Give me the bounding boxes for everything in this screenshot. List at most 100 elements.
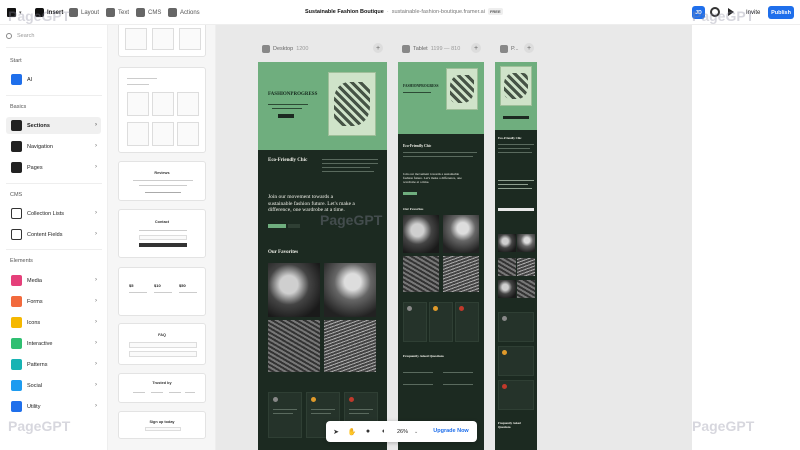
thumb-line: [133, 180, 193, 181]
add-breakpoint-button[interactable]: +: [373, 43, 383, 53]
card-line: [273, 409, 297, 410]
hero-button[interactable]: [278, 114, 294, 118]
cursor-icon[interactable]: ➤: [331, 427, 341, 437]
sidebar-item-interactive[interactable]: Interactive ›: [6, 335, 101, 352]
thumb-price: $5: [129, 283, 134, 288]
thumb-block: [145, 427, 181, 431]
desktop-frame[interactable]: FASHIONPROGRESS Eco-Friendly Chic Join o…: [258, 62, 387, 450]
product-photo: [324, 263, 376, 317]
sidebar-item-collection-lists[interactable]: Collection Lists ›: [6, 205, 101, 222]
tab-actions[interactable]: Actions: [168, 6, 200, 19]
tab-actions-label: Actions: [180, 9, 200, 16]
breakpoint-name: Tablet: [413, 45, 428, 52]
tablet-frame[interactable]: FASHIONPROGRESS Eco-Friendly Chic Join o…: [398, 62, 484, 450]
tab-text-label: Text: [118, 9, 130, 16]
utility-icon: [11, 401, 22, 412]
search-icon: [6, 33, 12, 39]
sidebar-item-ai[interactable]: AI: [6, 71, 101, 88]
text-icon: [106, 8, 115, 17]
section-thumbnail-reviews[interactable]: Reviews: [118, 161, 206, 201]
sidebar-item-navigation[interactable]: Navigation ›: [6, 138, 101, 155]
section-thumbnail-faq[interactable]: FAQ: [118, 323, 206, 365]
section-thumbnail-blog[interactable]: [118, 67, 206, 153]
cta-button[interactable]: [268, 224, 286, 228]
sidebar-item-social[interactable]: Social ›: [6, 377, 101, 394]
divider: [6, 249, 102, 250]
hand-icon[interactable]: ✋: [347, 427, 357, 437]
product-photo: [268, 263, 320, 317]
section-thumbnail-signup[interactable]: Sign up today: [118, 411, 206, 439]
icons-icon: [11, 317, 22, 328]
breakpoint-phone-header[interactable]: P...: [500, 43, 519, 54]
sidebar-item-label: Sections: [27, 122, 50, 129]
design-canvas[interactable]: Desktop 1200 + Tablet 1199 — 810 + P... …: [216, 25, 692, 450]
tab-layout[interactable]: Layout: [69, 6, 99, 19]
cta-button[interactable]: [403, 192, 417, 195]
watermark-logo: PageGPT: [8, 8, 71, 24]
thumb-line: [139, 230, 187, 231]
navigation-icon: [11, 141, 22, 152]
section-thumbnail-logos[interactable]: Trusted by: [118, 373, 206, 403]
add-breakpoint-button[interactable]: +: [471, 43, 481, 53]
tagline: Eco-Friendly Chic: [498, 136, 522, 140]
tab-cms[interactable]: CMS: [136, 6, 161, 19]
product-photo: [443, 256, 479, 292]
card-icon: [273, 397, 278, 402]
thumb-title: Trusted by: [152, 381, 172, 385]
social-icon: [11, 380, 22, 391]
section-thumbnail-features[interactable]: [118, 25, 206, 57]
thumb-block: [127, 92, 149, 116]
breakpoint-desktop-header[interactable]: Desktop 1200: [262, 43, 308, 54]
zoom-level[interactable]: 26%: [397, 429, 408, 435]
cta-button[interactable]: [498, 208, 534, 211]
product-photo: [498, 234, 516, 252]
sidebar-item-patterns[interactable]: Patterns ›: [6, 356, 101, 373]
chevron-right-icon: ›: [95, 361, 97, 367]
card-line: [273, 413, 293, 414]
upgrade-now-button[interactable]: Upgrade Now: [428, 423, 474, 439]
add-breakpoint-button[interactable]: +: [524, 43, 534, 53]
search-input[interactable]: Search: [6, 33, 34, 39]
thumb-title: FAQ: [158, 333, 166, 337]
sidebar-item-media[interactable]: Media ›: [6, 272, 101, 289]
plan-badge: FREE: [487, 8, 503, 15]
hero-text-line: [272, 108, 302, 109]
publish-button[interactable]: Publish: [768, 6, 794, 19]
right-panel: [692, 25, 800, 450]
card-line: [349, 413, 369, 414]
sidebar-item-label: Social: [27, 382, 42, 389]
sidebar-item-pages[interactable]: Pages ›: [6, 159, 101, 176]
card-line: [349, 409, 373, 410]
thumb-line: [151, 392, 163, 393]
faq-line: [443, 372, 473, 373]
section-thumbnail-pricing[interactable]: $5 $10 $50: [118, 267, 206, 316]
body-text-line: [322, 167, 370, 168]
comment-icon[interactable]: ●: [363, 427, 373, 437]
thumb-line: [127, 84, 149, 85]
tab-text[interactable]: Text: [106, 6, 129, 19]
thumb-line: [139, 185, 187, 186]
body-text-line: [403, 152, 477, 153]
collection-list-icon: [11, 208, 22, 219]
chevron-down-icon[interactable]: ⌄: [414, 429, 418, 435]
brand-title: FASHIONPROGRESS: [403, 84, 439, 88]
title-separator: ·: [386, 8, 389, 15]
breakpoint-tablet-header[interactable]: Tablet 1199 — 810: [402, 43, 460, 54]
watermark-logo: PageGPT: [692, 8, 755, 24]
card-icon: [407, 306, 412, 311]
thumb-block: [129, 342, 197, 348]
dark-mode-icon[interactable]: ◐: [379, 427, 389, 437]
sidebar-item-icons[interactable]: Icons ›: [6, 314, 101, 331]
cms-icon: [136, 8, 145, 17]
desktop-icon: [262, 44, 270, 53]
sidebar-item-content-fields[interactable]: Content Fields ›: [6, 226, 101, 243]
sidebar-item-label: Interactive: [27, 340, 53, 347]
hero-button[interactable]: [503, 116, 529, 119]
sidebar-item-utility[interactable]: Utility ›: [6, 398, 101, 415]
section-thumbnail-contact[interactable]: Contact: [118, 209, 206, 258]
secondary-button[interactable]: [288, 224, 300, 228]
sidebar-item-sections[interactable]: Sections ›: [6, 117, 101, 134]
project-title[interactable]: Sustainable Fashion Boutique · sustainab…: [305, 8, 503, 15]
phone-frame[interactable]: Eco-Friendly Chic Frequently Asked Quest…: [495, 62, 537, 450]
sidebar-item-forms[interactable]: Forms ›: [6, 293, 101, 310]
